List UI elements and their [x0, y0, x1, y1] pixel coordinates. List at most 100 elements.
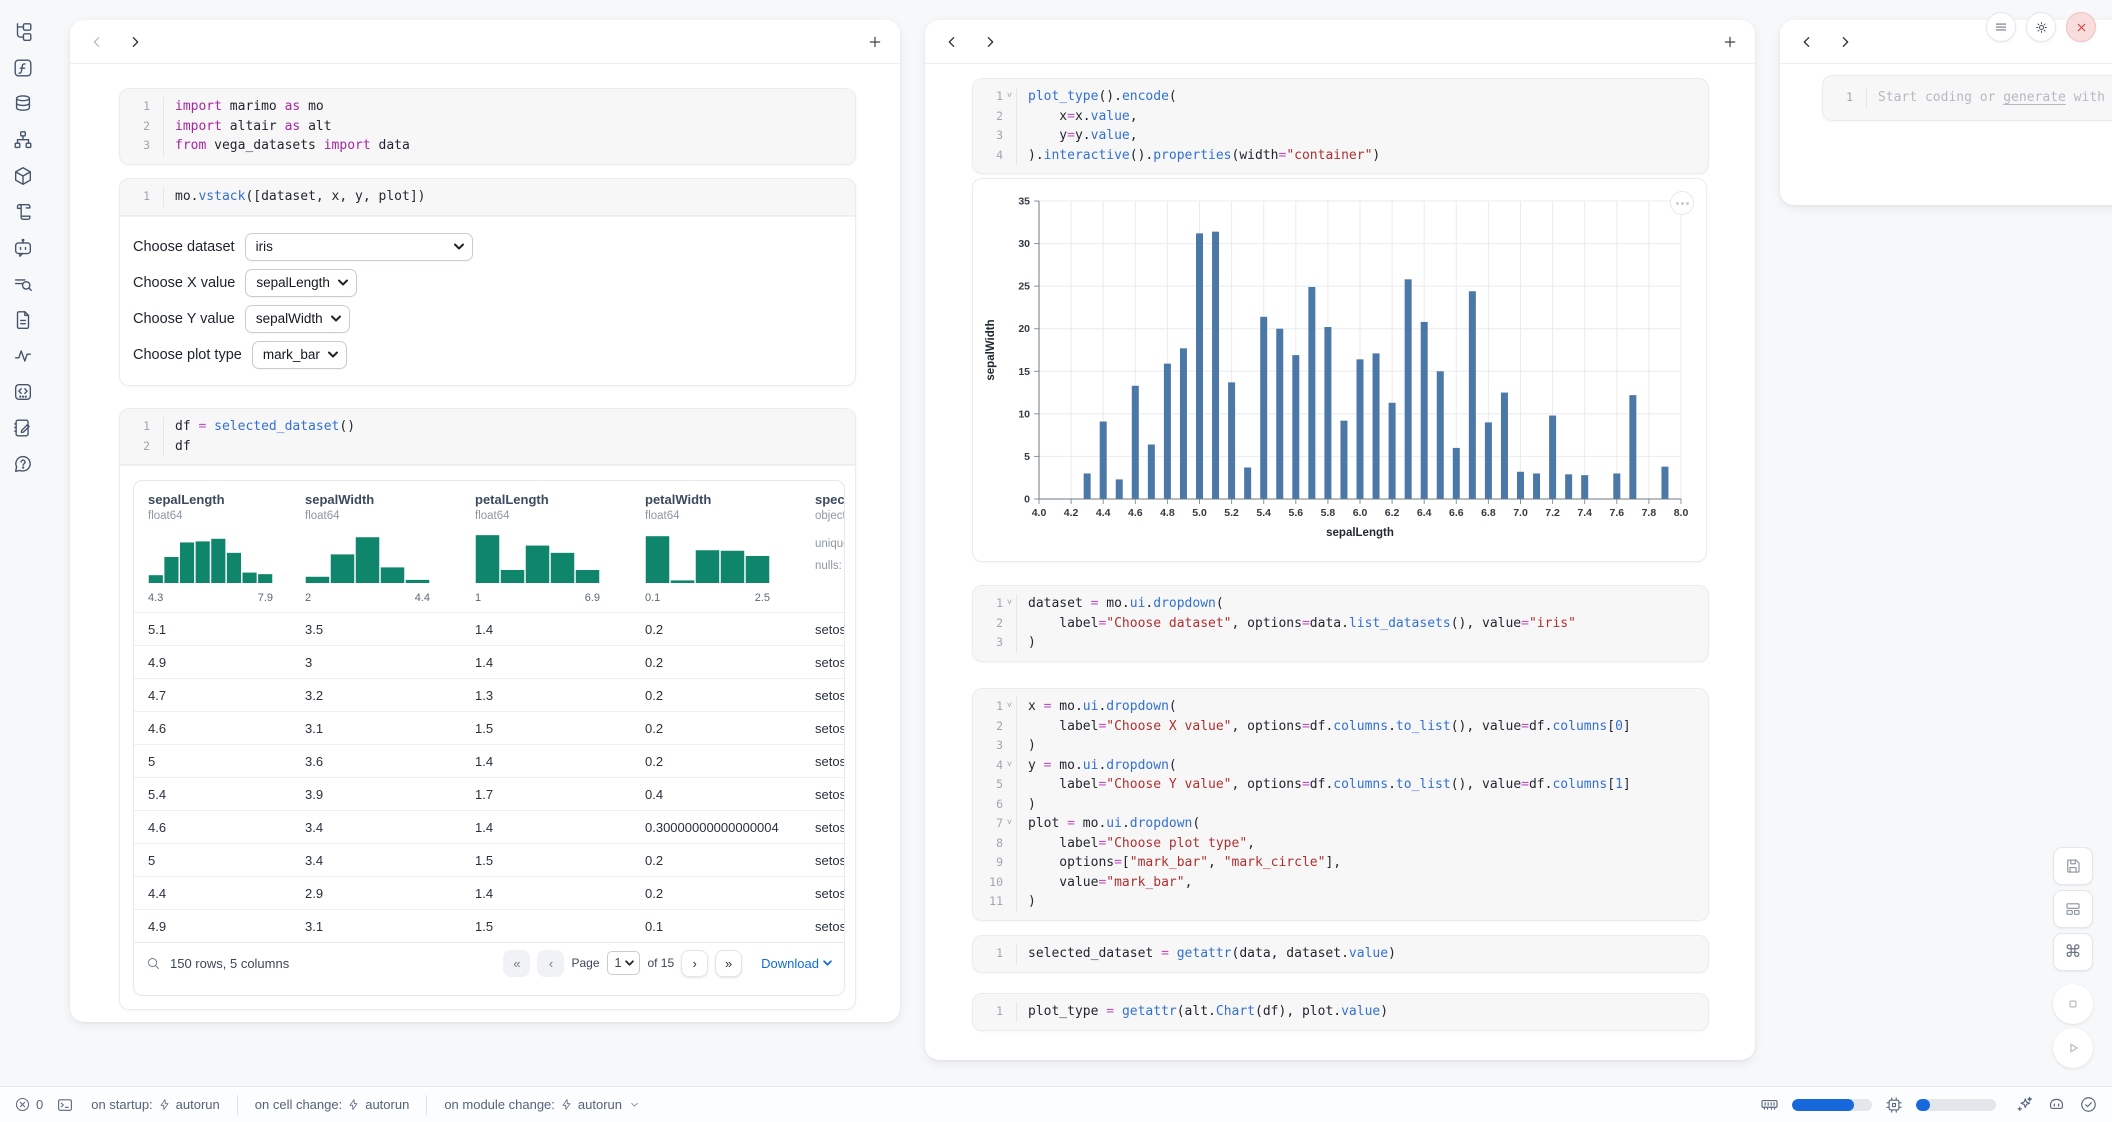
- right-panel-topbar: [1780, 20, 2112, 64]
- run-button[interactable]: [2053, 1028, 2093, 1068]
- notebook-menu-button[interactable]: [1986, 12, 2016, 42]
- table-header: sepalLength float64 4.37.9 sepalWidth fl…: [134, 481, 844, 612]
- y-value-label: Choose Y value: [133, 311, 235, 327]
- dependency-graph-icon[interactable]: [11, 129, 35, 151]
- svg-text:5.0: 5.0: [1192, 507, 1207, 519]
- column-next-button[interactable]: [122, 29, 148, 55]
- functions-icon[interactable]: [11, 57, 35, 79]
- table-cell: 3.4: [305, 820, 475, 835]
- error-circle-icon: [14, 1096, 31, 1113]
- keyboard-shortcuts-button[interactable]: ⌘: [2053, 933, 2093, 971]
- svg-text:5.6: 5.6: [1288, 507, 1303, 519]
- documentation-scroll-icon[interactable]: [11, 201, 35, 223]
- search-icon[interactable]: [146, 956, 161, 971]
- ai-sparkles-icon[interactable]: [2015, 1095, 2034, 1114]
- table-row: 4.63.11.50.2setosa: [134, 711, 844, 744]
- x-value-select[interactable]: sepalLength: [245, 269, 357, 297]
- code-editor[interactable]: 1mo.vstack([dataset, x, y, plot]): [119, 178, 856, 216]
- code-editor[interactable]: 1plot_type = getattr(alt.Chart(df), plot…: [972, 993, 1709, 1031]
- code-editor[interactable]: 1˅dataset = mo.ui.dropdown(2 label="Choo…: [972, 585, 1709, 662]
- logs-icon[interactable]: [11, 273, 35, 295]
- dataset-select[interactable]: iris: [245, 233, 473, 261]
- tracing-icon[interactable]: [11, 345, 35, 367]
- column-species[interactable]: species object unique:nulls:: [815, 492, 845, 604]
- table-cell: 1.4: [475, 886, 645, 901]
- on-module-change-toggle[interactable]: on module change: autorun: [444, 1097, 640, 1112]
- code-editor[interactable]: 1˅x = mo.ui.dropdown(2 label="Choose X v…: [972, 688, 1709, 921]
- layout-button[interactable]: [2053, 890, 2093, 928]
- copilot-icon[interactable]: [2047, 1095, 2066, 1114]
- table-row: 5.43.91.70.4setosa: [134, 777, 844, 810]
- cell-empty-scratch: 1 Start coding or generate with: [1822, 75, 2112, 121]
- x-value-label: Choose X value: [133, 275, 235, 291]
- page-select[interactable]: 1: [607, 951, 641, 975]
- connection-check-icon[interactable]: [2079, 1095, 2098, 1114]
- add-cell-button[interactable]: [1717, 29, 1743, 55]
- altair-bar-chart[interactable]: 4.04.24.44.64.85.05.25.45.65.86.06.26.46…: [981, 193, 1693, 545]
- prev-page-button[interactable]: ‹: [537, 950, 564, 977]
- svg-text:7.2: 7.2: [1545, 507, 1560, 519]
- stop-button[interactable]: [2053, 984, 2093, 1024]
- column-petalWidth[interactable]: petalWidth float64 0.12.5: [645, 492, 815, 604]
- add-cell-button[interactable]: [862, 29, 888, 55]
- cell-selected-dataset: 1selected_dataset = getattr(data, datase…: [972, 935, 1709, 973]
- table-row: 4.931.40.2setosa: [134, 645, 844, 678]
- chevron-down-icon: [629, 1099, 640, 1110]
- x-value-control: Choose X value sepalLength: [120, 265, 855, 301]
- help-icon[interactable]: [11, 453, 35, 475]
- file-explorer-icon[interactable]: [11, 21, 35, 43]
- errors-indicator[interactable]: 0: [14, 1096, 43, 1113]
- terminal-icon: [56, 1096, 74, 1114]
- histogram-petalWidth: [645, 531, 770, 583]
- download-button[interactable]: Download: [761, 956, 832, 971]
- histogram-petalLength: [475, 531, 600, 583]
- close-panel-button[interactable]: [2066, 12, 2096, 42]
- chevron-down-icon: [338, 279, 348, 286]
- ai-chat-icon[interactable]: [11, 237, 35, 259]
- generate-with-ai-link[interactable]: generate: [2003, 90, 2066, 105]
- table-cell: 1.7: [475, 787, 645, 802]
- first-page-button[interactable]: «: [503, 950, 530, 977]
- chart-actions-button[interactable]: [1670, 191, 1694, 215]
- scratchpad-icon[interactable]: [11, 417, 35, 439]
- svg-text:10: 10: [1018, 408, 1030, 420]
- table-row: 53.41.50.2setosa: [134, 843, 844, 876]
- on-startup-toggle[interactable]: on startup: autorun: [91, 1097, 220, 1112]
- save-button[interactable]: [2053, 847, 2093, 885]
- column-prev-button[interactable]: [1794, 29, 1820, 55]
- table-row: 53.61.40.2setosa: [134, 744, 844, 777]
- table-cell: 3.1: [305, 721, 475, 736]
- settings-button[interactable]: [2026, 12, 2056, 42]
- column-prev-button[interactable]: [939, 29, 965, 55]
- code-editor[interactable]: 1import marimo as mo2import altair as al…: [119, 88, 856, 165]
- code-editor[interactable]: 1df = selected_dataset()2df: [119, 408, 856, 465]
- column-next-button[interactable]: [1832, 29, 1858, 55]
- code-blocks-icon[interactable]: [11, 381, 35, 403]
- table-cell: 0.2: [645, 754, 815, 769]
- svg-text:15: 15: [1018, 366, 1030, 378]
- column-next-button[interactable]: [977, 29, 1003, 55]
- sidebar-rail: [0, 0, 46, 1086]
- svg-text:0: 0: [1024, 494, 1030, 506]
- pagination: « ‹ Page 1 of 15 › » Download: [503, 950, 832, 977]
- column-sepalWidth[interactable]: sepalWidth float64 24.4: [305, 492, 475, 604]
- datasources-icon[interactable]: [11, 93, 35, 115]
- plot-type-select[interactable]: mark_bar: [252, 341, 347, 369]
- table-cell: 1.5: [475, 853, 645, 868]
- memory-icon: [1760, 1095, 1779, 1114]
- code-editor[interactable]: 1selected_dataset = getattr(data, datase…: [972, 935, 1709, 973]
- terminal-button[interactable]: [56, 1096, 74, 1114]
- code-editor[interactable]: 1 Start coding or generate with: [1822, 75, 2112, 121]
- y-value-select[interactable]: sepalWidth: [245, 305, 350, 333]
- packages-icon[interactable]: [11, 165, 35, 187]
- last-page-button[interactable]: »: [715, 950, 742, 977]
- next-page-button[interactable]: ›: [681, 950, 708, 977]
- page-total-label: of 15: [647, 956, 674, 970]
- on-cell-change-toggle[interactable]: on cell change: autorun: [255, 1097, 410, 1112]
- snippets-icon[interactable]: [11, 309, 35, 331]
- svg-text:sepalWidth: sepalWidth: [985, 319, 997, 380]
- column-sepalLength[interactable]: sepalLength float64 4.37.9: [148, 492, 305, 604]
- column-petalLength[interactable]: petalLength float64 16.9: [475, 492, 645, 604]
- column-prev-button[interactable]: [84, 29, 110, 55]
- code-editor[interactable]: 1˅plot_type().encode(2 x=x.value,3 y=y.v…: [972, 78, 1709, 174]
